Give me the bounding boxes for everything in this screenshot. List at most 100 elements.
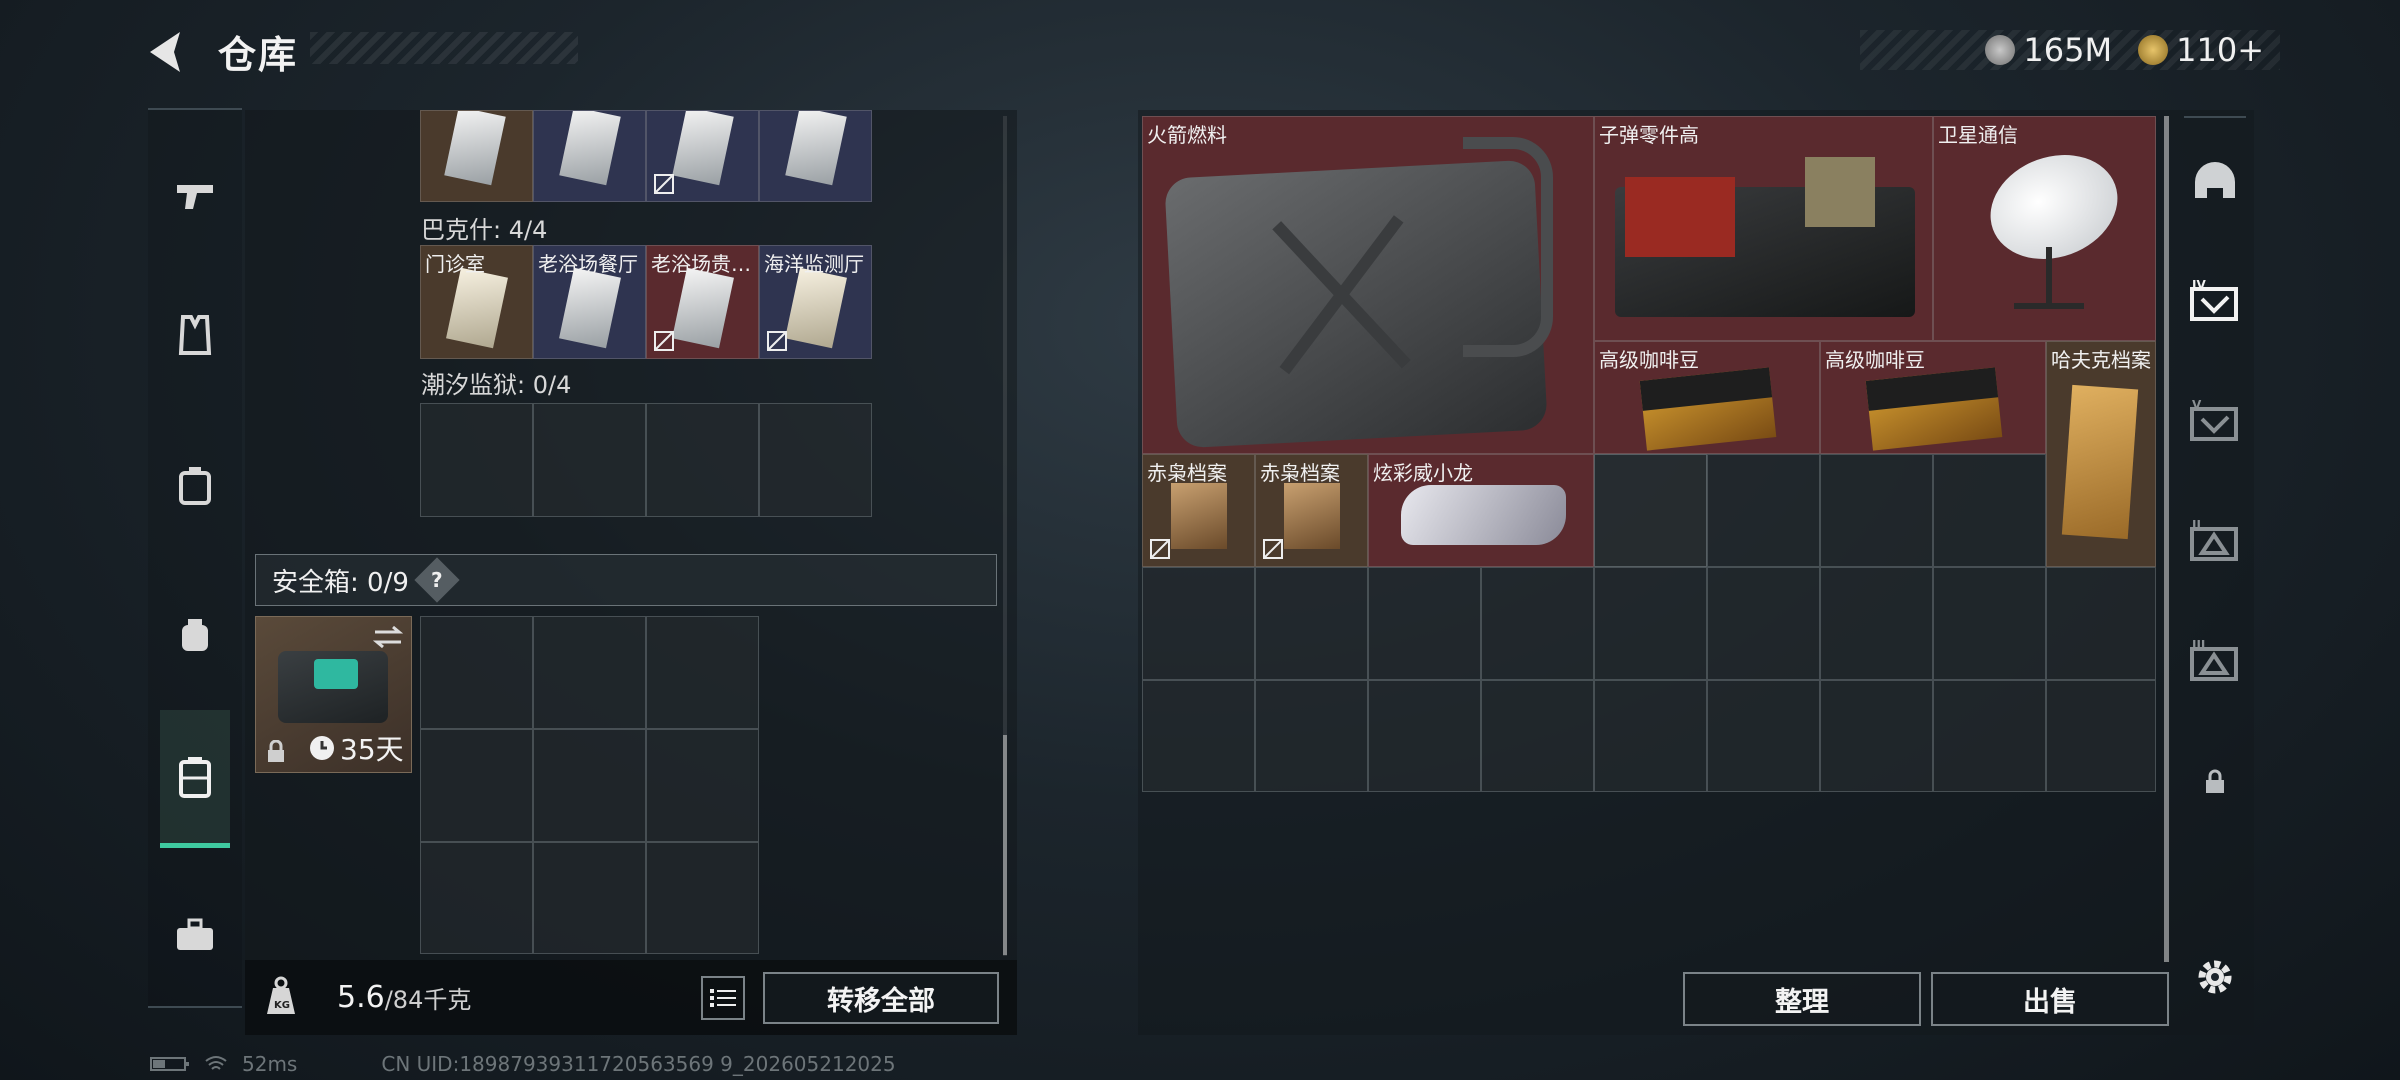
scrollbar[interactable]	[2164, 116, 2169, 962]
empty-slot[interactable]	[420, 403, 533, 517]
empty-slot[interactable]	[1820, 567, 1933, 680]
storage-grid: 火箭燃料 子弹零件高 卫星通信 高级咖啡豆 高级咖啡豆 哈夫克档案 赤枭档案 赤…	[1142, 116, 2156, 792]
empty-slot[interactable]	[420, 729, 533, 842]
gold-currency[interactable]: 110+	[2138, 31, 2264, 69]
empty-slot[interactable]	[1820, 680, 1933, 792]
ammo-box-image	[1615, 157, 1915, 317]
swap-icon[interactable]	[373, 625, 403, 649]
empty-slot[interactable]	[1255, 567, 1368, 680]
empty-slot[interactable]	[1594, 454, 1707, 567]
transfer-all-button[interactable]: 转移全部	[763, 972, 999, 1024]
section-label-tidal-prison: 潮汐监狱: 0/4	[421, 371, 572, 399]
keycard-image	[785, 111, 847, 186]
storage-tab-helmet[interactable]	[2180, 142, 2250, 222]
item-coffee-1[interactable]: 高级咖啡豆	[1594, 341, 1820, 454]
nav-chest-rig[interactable]	[160, 590, 230, 680]
empty-slot[interactable]	[1707, 567, 1820, 680]
nav-toolbox[interactable]	[160, 890, 230, 980]
empty-slot[interactable]	[1142, 680, 1255, 792]
empty-slot[interactable]	[646, 403, 759, 517]
empty-slot[interactable]	[1707, 454, 1820, 567]
storage-tab-locked[interactable]	[2180, 742, 2250, 822]
page-title: 仓库	[218, 33, 299, 77]
empty-slot[interactable]	[1707, 680, 1820, 792]
item-red-owl-file-2[interactable]: 赤枭档案	[1255, 454, 1368, 567]
empty-slot[interactable]	[2046, 680, 2156, 792]
svg-text:II: II	[2192, 519, 2201, 532]
left-footer: KG 5.6 /84千克 转移全部	[245, 960, 1017, 1035]
empty-slot[interactable]	[646, 729, 759, 842]
empty-slot[interactable]	[1368, 680, 1481, 792]
empty-slot[interactable]	[533, 403, 646, 517]
storage-tab-ii[interactable]: II	[2180, 502, 2250, 582]
item-card[interactable]: 老浴场贵…	[646, 245, 759, 359]
empty-slot[interactable]	[1594, 567, 1707, 680]
empty-slot[interactable]	[1142, 567, 1255, 680]
item-satellite[interactable]: 卫星通信	[1933, 116, 2156, 341]
settings-button[interactable]	[2180, 937, 2250, 1017]
battery-icon	[150, 1057, 189, 1071]
item-card[interactable]: 老浴场餐厅	[533, 245, 646, 359]
silver-currency[interactable]: 165M	[1985, 31, 2112, 69]
empty-slot[interactable]	[1933, 454, 2046, 567]
nav-weapon[interactable]	[160, 150, 230, 240]
list-view-button[interactable]	[701, 976, 745, 1020]
weight-readout: 5.6 /84千克	[337, 980, 471, 1015]
empty-slot[interactable]	[1594, 680, 1707, 792]
item-label: 哈夫克档案	[2051, 348, 2151, 372]
item-coffee-2[interactable]: 高级咖啡豆	[1820, 341, 2046, 454]
back-arrow-icon[interactable]	[140, 26, 192, 78]
empty-slot[interactable]	[1481, 567, 1594, 680]
empty-slot[interactable]	[1368, 567, 1481, 680]
scrollbar-thumb[interactable]	[1003, 735, 1007, 955]
level-ii-storage-icon: II	[2190, 519, 2238, 561]
item-card[interactable]: 海洋监测厅	[759, 245, 872, 359]
storage-tab-iii[interactable]: III	[2180, 622, 2250, 702]
empty-slot[interactable]	[1255, 680, 1368, 792]
item-haavk-file[interactable]: 哈夫克档案	[2046, 341, 2156, 567]
level-iii-storage-icon: III	[2190, 639, 2238, 681]
svg-text:IV: IV	[2192, 279, 2206, 292]
help-icon[interactable]: ?	[414, 557, 460, 603]
empty-slot[interactable]	[1820, 454, 1933, 567]
empty-slot[interactable]	[2046, 567, 2156, 680]
item-dragon[interactable]: 炫彩威小龙	[1368, 454, 1594, 567]
empty-slot[interactable]	[1481, 680, 1594, 792]
sell-button[interactable]: 出售	[1931, 972, 2169, 1026]
empty-slot[interactable]	[533, 729, 646, 842]
empty-slot[interactable]	[759, 403, 872, 517]
item-card[interactable]	[646, 110, 759, 202]
empty-slot[interactable]	[646, 842, 759, 954]
storage-tab-v[interactable]: V	[2180, 382, 2250, 462]
storage-tab-iv[interactable]: IV	[2180, 262, 2250, 342]
item-card[interactable]	[420, 110, 533, 202]
nav-backpack[interactable]	[160, 440, 230, 530]
item-label: 高级咖啡豆	[1825, 348, 1925, 372]
keycard-image	[672, 267, 734, 349]
item-label: 炫彩威小龙	[1373, 461, 1473, 485]
item-card[interactable]	[533, 110, 646, 202]
empty-slot[interactable]	[420, 842, 533, 954]
coffee-bag-image	[1865, 367, 2003, 451]
empty-slot[interactable]	[420, 616, 533, 729]
empty-slot[interactable]	[1933, 567, 2046, 680]
item-rocket-fuel[interactable]: 火箭燃料	[1142, 116, 1594, 454]
currency-bar: 165M 110+	[1860, 30, 2280, 70]
item-card[interactable]: 门诊室	[420, 245, 533, 359]
empty-slot[interactable]	[533, 842, 646, 954]
empty-slot[interactable]	[646, 616, 759, 729]
nav-container[interactable]	[160, 710, 230, 848]
found-in-raid-icon	[767, 331, 787, 351]
nav-armor[interactable]	[160, 290, 230, 380]
weight-current: 5.6	[337, 980, 385, 1015]
sort-button[interactable]: 整理	[1683, 972, 1921, 1026]
item-card[interactable]	[759, 110, 872, 202]
safe-box-grid	[420, 616, 759, 954]
item-ammo-parts[interactable]: 子弹零件高	[1594, 116, 1933, 341]
item-red-owl-file-1[interactable]: 赤枭档案	[1142, 454, 1255, 567]
safe-box-item[interactable]: 35天	[255, 616, 412, 773]
keycard-image	[785, 267, 847, 349]
right-panel: 火箭燃料 子弹零件高 卫星通信 高级咖啡豆 高级咖啡豆 哈夫克档案 赤枭档案 赤…	[1138, 110, 2254, 1035]
empty-slot[interactable]	[1933, 680, 2046, 792]
empty-slot[interactable]	[533, 616, 646, 729]
